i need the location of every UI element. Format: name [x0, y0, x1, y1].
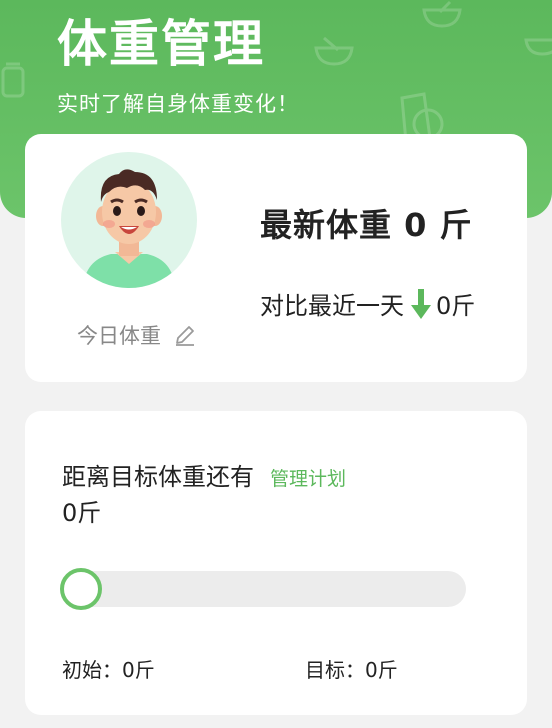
- latest-weight-unit: 斤: [439, 206, 473, 244]
- latest-weight-value: 0: [404, 206, 428, 244]
- today-weight-label: 今日体重: [77, 324, 161, 348]
- boy-avatar-icon: [83, 169, 175, 288]
- progress-knob[interactable]: [60, 568, 102, 610]
- target-weight: 目标：0斤: [305, 658, 398, 682]
- jar-icon: [1, 62, 25, 98]
- latest-weight-label: 最新体重: [260, 206, 393, 244]
- goal-remaining-value: 0斤: [62, 499, 102, 527]
- bowl-icon: [422, 0, 462, 28]
- latest-weight: 最新体重 0 斤: [260, 200, 473, 246]
- pencil-icon[interactable]: [173, 323, 197, 347]
- page-title: 体重管理: [57, 15, 265, 73]
- weight-summary-card: 今日体重 最新体重 0 斤 对比最近一天 0斤: [25, 134, 527, 382]
- goal-progress-slider[interactable]: [60, 568, 466, 610]
- weight-goal-card: 距离目标体重还有 管理计划 0斤 初始：0斤 目标：0斤: [25, 411, 527, 715]
- bowl-icon: [524, 38, 552, 56]
- compare-value: 0斤: [436, 292, 476, 320]
- down-arrow-icon: [410, 287, 432, 321]
- bowl-icon: [314, 36, 354, 66]
- today-weight-edit[interactable]: 今日体重: [77, 320, 197, 350]
- goal-title: 距离目标体重还有: [62, 463, 254, 491]
- page-subtitle: 实时了解自身体重变化！: [57, 92, 299, 116]
- manage-plan-link[interactable]: 管理计划: [270, 464, 346, 491]
- compare-last-day: 对比最近一天 0斤: [260, 286, 475, 321]
- compare-label: 对比最近一天: [260, 292, 404, 320]
- initial-weight: 初始：0斤: [62, 658, 155, 682]
- weight-management-page: 体重管理 实时了解自身体重变化！ 今日体重 最新体重 0 斤 对比最近一天 0斤…: [0, 0, 552, 728]
- goal-header: 距离目标体重还有 管理计划: [62, 457, 346, 492]
- avatar: [61, 152, 197, 288]
